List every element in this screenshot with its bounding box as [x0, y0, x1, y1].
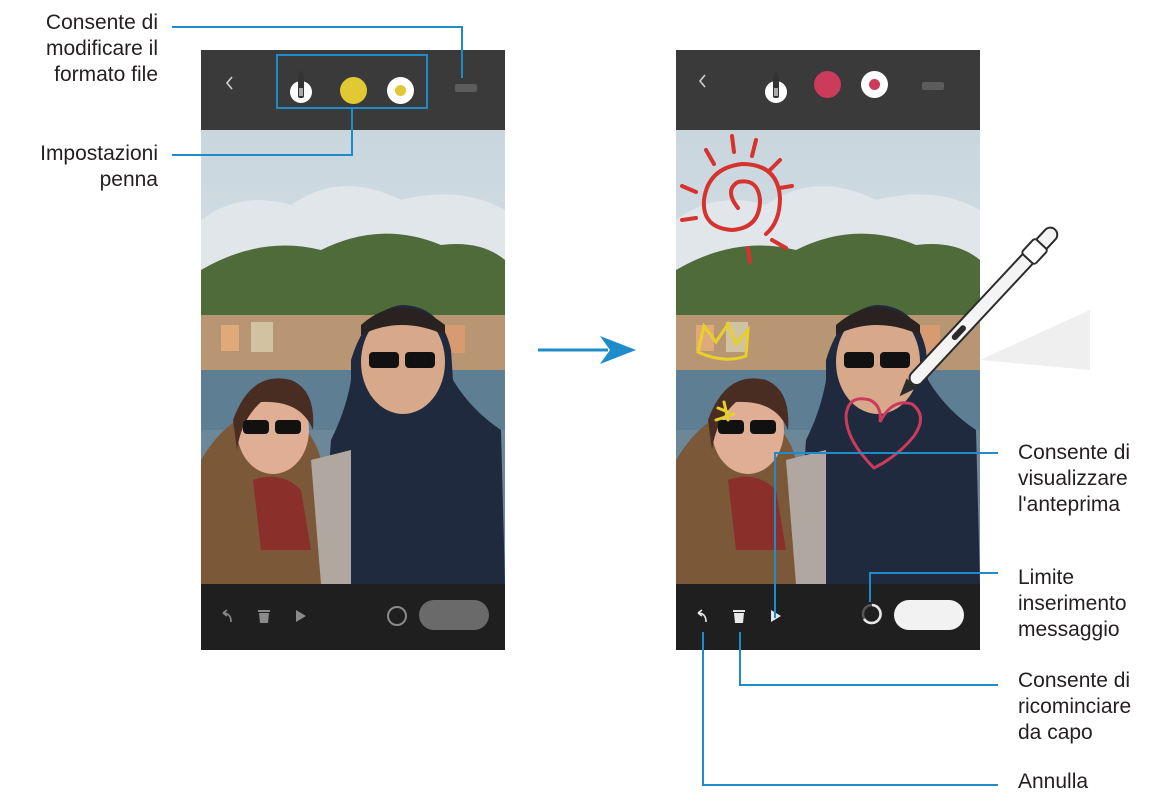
bottom-toolbar [201, 584, 505, 650]
bottom-toolbar [676, 584, 980, 650]
callout-preview-line1: Consente di [1018, 441, 1131, 464]
callout-message-limit: Limite inserimento messaggio [1018, 565, 1164, 643]
pen-size-dot-icon [869, 79, 880, 90]
callout-line-undo [702, 632, 998, 786]
done-button[interactable] [419, 600, 489, 630]
callout-format-file-line2: modificare il [45, 37, 158, 60]
back-chevron-icon[interactable] [696, 72, 710, 90]
selfie-photo [201, 130, 505, 584]
callout-preview: Consente di visualizzare l'anteprima [1018, 440, 1164, 518]
callout-pen-settings-line1: Impostazioni [40, 142, 158, 165]
callout-restart-line2: ricominciare [1018, 695, 1132, 718]
callout-message-limit-line3: messaggio [1018, 618, 1120, 641]
callout-format-file-line3: formato file [54, 63, 158, 86]
color-swatch-icon[interactable] [814, 71, 841, 98]
callout-restart: Consente di ricominciare da capo [1018, 668, 1164, 746]
callout-restart-line3: da capo [1018, 721, 1093, 744]
file-format-icon[interactable] [922, 82, 944, 90]
callout-pen-settings-line2: penna [99, 168, 158, 191]
pen-icon[interactable] [289, 70, 313, 106]
done-button[interactable] [894, 600, 964, 630]
play-icon[interactable] [770, 609, 782, 623]
callout-preview-line3: l'anteprima [1018, 493, 1121, 516]
callout-pen-settings: Impostazioni penna [10, 141, 158, 193]
callout-message-limit-line2: inserimento [1018, 592, 1127, 615]
callout-undo-line1: Annulla [1018, 770, 1089, 793]
pen-size-icon[interactable] [861, 71, 888, 98]
s-pen-shadow [980, 310, 1090, 370]
pen-size-dot-icon [395, 85, 406, 96]
message-limit-ring-icon [861, 603, 883, 625]
s-pen-stylus [899, 226, 1090, 397]
pen-icon[interactable] [764, 70, 788, 106]
callout-undo: Annulla [1018, 769, 1164, 795]
top-toolbar [676, 50, 980, 130]
color-swatch-icon[interactable] [340, 77, 367, 104]
transition-arrow [538, 336, 636, 364]
selfie-photo-image [201, 130, 505, 584]
callout-restart-line1: Consente di [1018, 669, 1131, 692]
play-icon[interactable] [295, 609, 307, 623]
callout-message-limit-line1: Limite [1018, 566, 1075, 589]
back-chevron-icon[interactable] [223, 74, 237, 92]
undo-icon[interactable] [219, 608, 235, 624]
callout-format-file-line1: Consente di [45, 11, 158, 34]
message-limit-ring-icon [387, 606, 407, 626]
phone-before [201, 50, 505, 650]
callout-format-file: Consente di modificare il formato file [10, 10, 158, 88]
callout-preview-line2: visualizzare [1018, 467, 1128, 490]
trash-icon[interactable] [732, 608, 746, 624]
file-format-icon[interactable] [455, 84, 477, 92]
pen-size-icon[interactable] [387, 77, 414, 104]
top-toolbar [201, 50, 505, 130]
undo-icon[interactable] [694, 608, 710, 624]
trash-icon[interactable] [257, 608, 271, 624]
